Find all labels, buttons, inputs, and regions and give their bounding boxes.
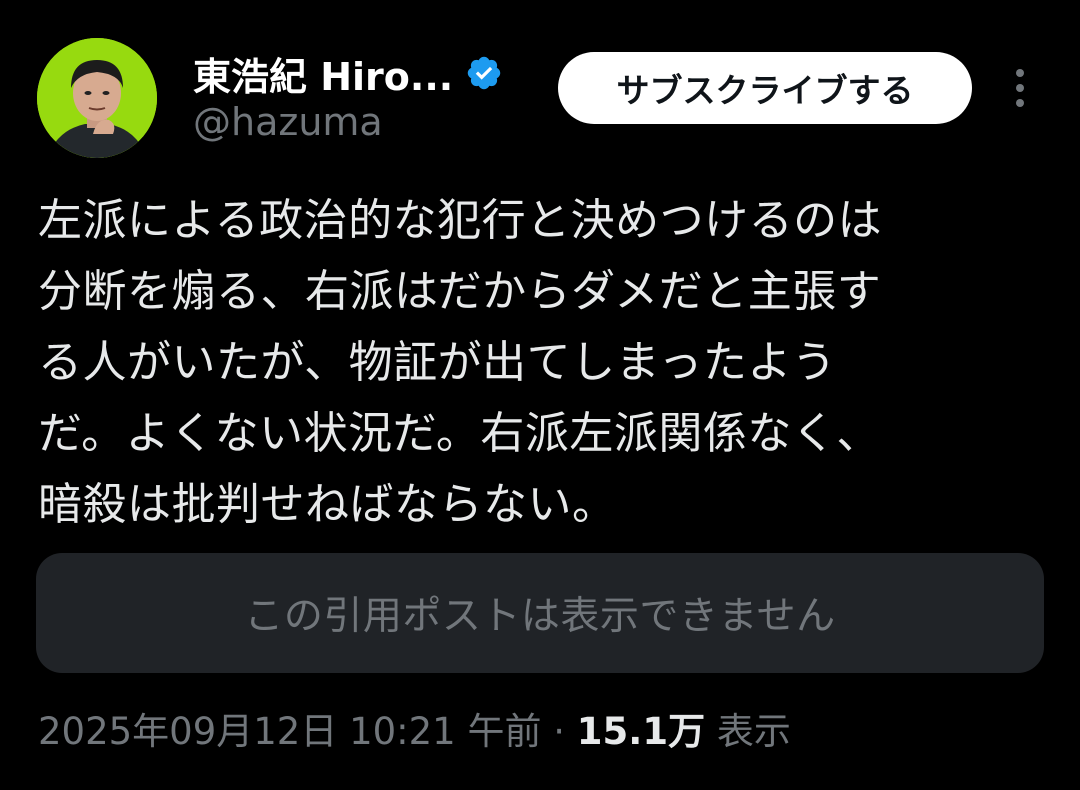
post-text-line: る人がいたが、物証が出てしまったよう xyxy=(38,337,837,388)
quoted-post-unavailable: この引用ポストは表示できません xyxy=(36,553,1044,673)
more-dot xyxy=(1016,99,1024,107)
more-vertical-icon[interactable] xyxy=(1000,62,1040,114)
post-text-line: 左派による政治的な犯行と決めつけるのは xyxy=(38,195,883,246)
verified-badge-icon[interactable] xyxy=(465,54,503,92)
author-handle[interactable]: @hazuma xyxy=(193,100,383,144)
views-count[interactable]: 15.1万 xyxy=(577,701,705,755)
views-label: 表示 xyxy=(705,710,791,753)
subscribe-button[interactable]: サブスクライブする xyxy=(558,52,972,124)
meta-separator: · xyxy=(541,710,577,753)
avatar-image xyxy=(37,38,157,158)
post-text: 左派による政治的な犯行と決めつけるのは 分断を煽る、右派はだからダメだと主張す … xyxy=(38,185,1048,540)
post-meta: 2025年09月12日 10:21 午前 · 15.1万 表示 xyxy=(38,701,791,755)
post-text-line: だ。よくない状況だ。右派左派関係なく、 xyxy=(38,408,881,459)
post: 東浩紀 Hiro... @hazuma サブスクライブする 左派による政治的な犯… xyxy=(0,0,1080,790)
more-dot xyxy=(1016,69,1024,77)
avatar[interactable] xyxy=(37,38,157,158)
post-text-line: 暗殺は批判せねばならない。 xyxy=(38,479,617,530)
author-name-row: 東浩紀 Hiro... xyxy=(193,46,503,101)
quote-unavailable-text: この引用ポストは表示できません xyxy=(244,594,836,639)
author-display-name[interactable]: 東浩紀 Hiro... xyxy=(193,46,453,101)
more-dot xyxy=(1016,84,1024,92)
post-text-line: 分断を煽る、右派はだからダメだと主張す xyxy=(38,266,882,317)
post-timestamp[interactable]: 2025年09月12日 10:21 午前 xyxy=(38,701,541,755)
